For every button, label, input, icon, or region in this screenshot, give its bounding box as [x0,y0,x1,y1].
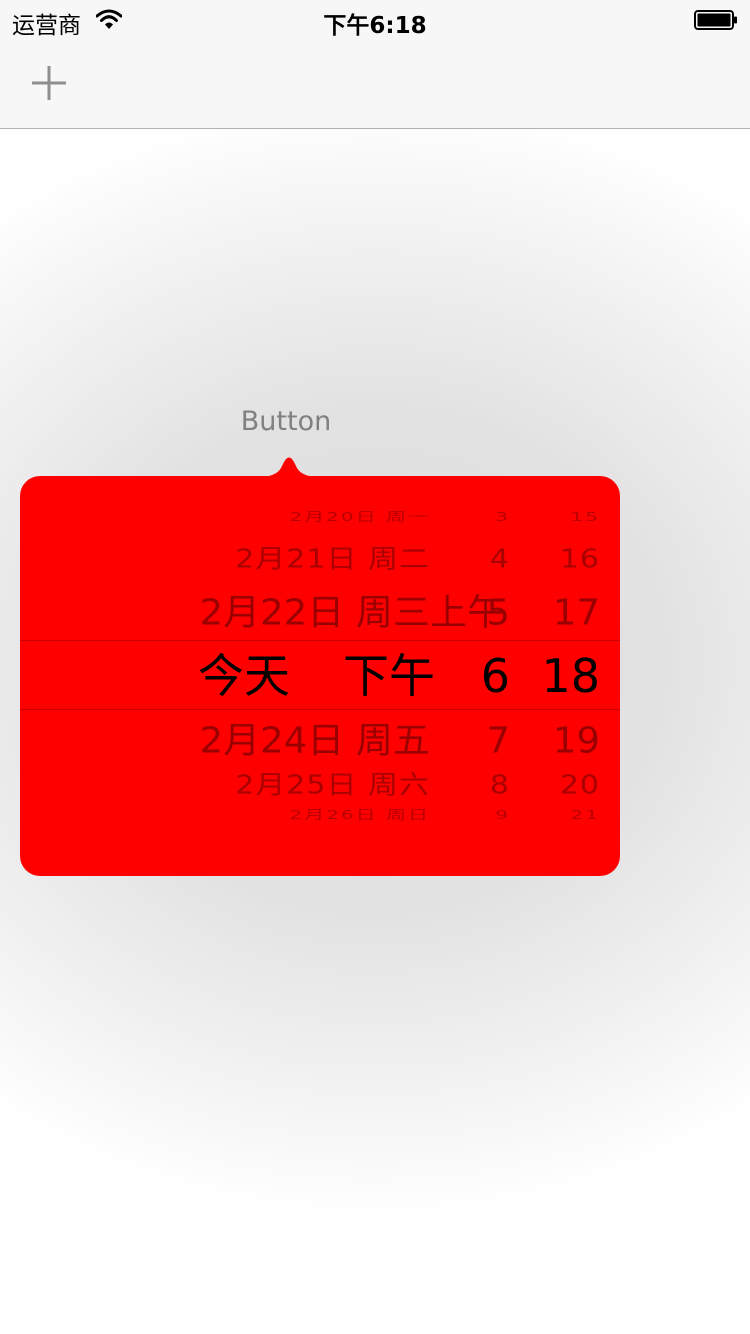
picker-date: 2月26日 周日 [289,806,430,822]
picker-hour: 5 [486,591,510,634]
date-picker-popover: 2月20日 周一 3 15 2月21日 周二 4 16 2月22日 周三 上午 5 17 今天 下午 6… [20,450,620,876]
picker-hour: 6 [480,649,510,703]
picker-minute: 16 [559,544,600,575]
picker-hour: 7 [486,719,510,762]
picker-date: 2月20日 周一 [289,508,430,524]
status-bar: 运营商 下午6:18 [0,0,750,40]
selection-indicator-bottom [20,709,620,710]
picker-hour: 9 [495,806,510,822]
picker-minute: 17 [552,591,600,634]
picker-minute: 21 [570,806,600,822]
picker-ampm: 下午 [343,649,435,703]
picker-minute: 18 [541,649,600,703]
picker-row[interactable]: 2月20日 周一 3 15 [20,508,620,522]
selection-indicator-top [20,640,620,641]
picker-hour: 8 [489,770,510,801]
navigation-bar [0,40,750,129]
picker-date: 2月22日 周三 [199,591,430,634]
picker-hour: 4 [489,544,510,575]
plus-icon[interactable] [28,62,70,104]
date-picker-wheel[interactable]: 2月20日 周一 3 15 2月21日 周二 4 16 2月22日 周三 上午 5 17 今天 下午 6… [20,476,620,876]
picker-date: 2月25日 周六 [235,770,430,801]
picker-minute: 15 [570,508,600,524]
picker-row[interactable]: 2月25日 周六 8 20 [20,769,620,799]
popover-trigger-button[interactable]: Button [206,402,366,442]
picker-date: 2月24日 周五 [199,719,430,762]
picker-row[interactable]: 2月24日 周五 7 19 [20,717,620,762]
picker-row[interactable]: 2月21日 周二 4 16 [20,543,620,573]
picker-minute: 19 [552,719,600,762]
picker-row[interactable]: 2月26日 周日 9 21 [20,806,620,820]
status-time: 下午6:18 [323,13,427,39]
picker-row-selected[interactable]: 今天 下午 6 18 [20,646,620,699]
picker-row[interactable]: 2月22日 周三 上午 5 17 [20,589,620,634]
picker-hour: 3 [495,508,510,524]
picker-minute: 20 [559,770,600,801]
popover-arrow [258,457,320,477]
picker-date: 今天 [198,649,290,703]
picker-date: 2月21日 周二 [235,544,430,575]
battery-icon [694,10,737,30]
